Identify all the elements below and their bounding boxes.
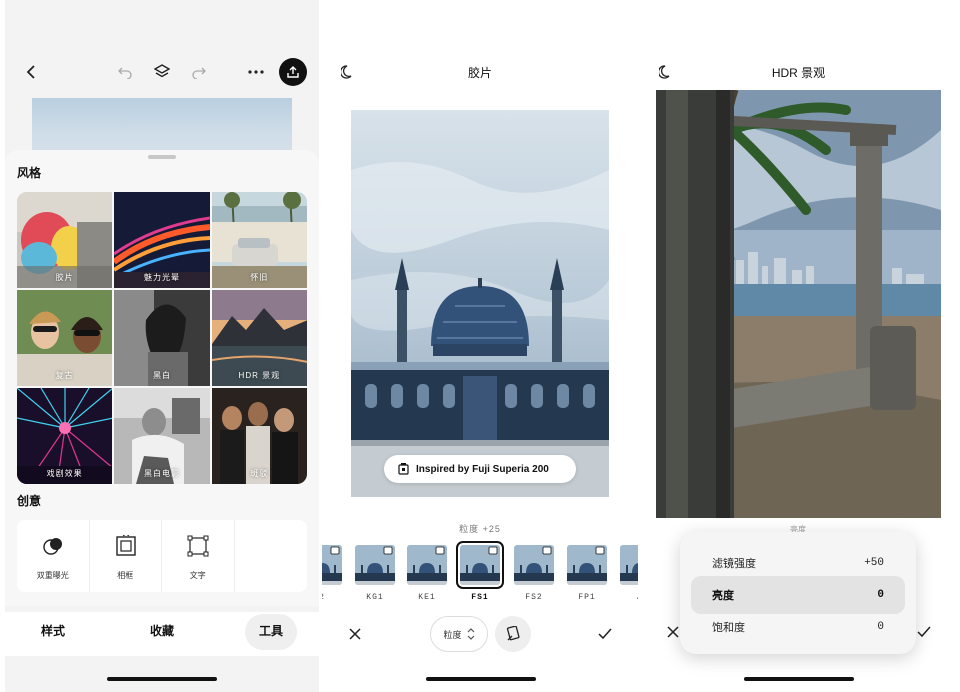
- preset-thumb[interactable]: [322, 545, 342, 585]
- editor-panel: 风格 胶片 魅力光晕 怀旧 复古 黑白 HDR 景观 戏剧效果 黑白电影 斑驳 …: [5, 0, 319, 692]
- confirm-check-icon[interactable]: [596, 625, 614, 643]
- film-toggle-button[interactable]: [495, 616, 531, 652]
- home-indicator: [426, 677, 536, 681]
- preset-thumb[interactable]: [567, 545, 607, 585]
- mosque-photo: [351, 110, 609, 497]
- style-label: 戏剧效果: [46, 469, 83, 478]
- frame-icon: [114, 534, 138, 558]
- style-label: 黑白电影: [143, 469, 180, 478]
- grain-label: 粒度 +25: [459, 524, 501, 534]
- preset-thumb[interactable]: [456, 541, 504, 589]
- text-box-icon: [186, 534, 210, 558]
- style-label: 魅力光晕: [143, 273, 180, 282]
- preset-thumb[interactable]: [407, 545, 447, 585]
- film-title: 胶片: [467, 66, 492, 80]
- badge-text: Inspired by Fuji Superia 200: [416, 463, 549, 475]
- hdr-title: HDR 景观: [771, 66, 826, 80]
- layers-icon[interactable]: [151, 61, 173, 83]
- style-tile-hdr-landscape[interactable]: HDR 景观: [211, 290, 307, 386]
- home-indicator: [107, 677, 217, 681]
- home-indicator: [744, 677, 854, 681]
- style-tile-glow[interactable]: 魅力光晕: [114, 192, 210, 288]
- preset-label: KE1: [418, 593, 436, 602]
- close-icon[interactable]: [666, 625, 680, 639]
- adjust-label: 饱和度: [712, 622, 745, 634]
- adjust-row-brightness[interactable]: 亮度 0: [691, 576, 905, 614]
- style-label: 怀旧: [250, 273, 269, 282]
- adjust-label: 滤镜强度: [712, 558, 756, 570]
- style-tile-retro[interactable]: 复古: [17, 290, 113, 386]
- confirm-check-icon[interactable]: [916, 625, 932, 639]
- adjustment-popup: 滤镜强度 +50 亮度 0 饱和度 0: [680, 532, 916, 654]
- tool-text[interactable]: 文字: [162, 520, 235, 592]
- tools-sheet: 风格 胶片 魅力光晕 怀旧 复古 黑白 HDR 景观 戏剧效果 黑白电影 斑驳 …: [5, 150, 319, 606]
- grain-pill-label: 粒度: [443, 629, 462, 640]
- style-tile-drama[interactable]: 戏剧效果: [17, 388, 113, 484]
- style-label: HDR 景观: [238, 371, 281, 380]
- tool-double-exposure[interactable]: 双重曝光: [17, 520, 90, 592]
- style-grid: 胶片 魅力光晕 怀旧 复古 黑白 HDR 景观 戏剧效果 黑白电影 斑驳: [17, 192, 307, 484]
- style-tile-bw[interactable]: 黑白: [114, 290, 210, 386]
- creative-section-title: 创意: [17, 494, 42, 508]
- preset-label: FS1: [471, 593, 489, 602]
- style-label: 胶片: [55, 273, 74, 282]
- preset-label: 2: [322, 593, 342, 602]
- preset-thumb[interactable]: [620, 545, 638, 585]
- nav-tools[interactable]: 工具: [259, 622, 283, 639]
- preset-label: FS2: [525, 593, 543, 602]
- adjust-value: 0: [877, 621, 884, 633]
- preset-label: FP1: [578, 593, 596, 602]
- style-label: 黑白: [152, 371, 171, 380]
- preset-thumb[interactable]: [355, 545, 395, 585]
- creative-tools: 双重曝光 相框 文字: [17, 520, 307, 592]
- hdr-panel: HDR 景观 亮度 滤镜强度 +50 亮度 0 饱和度 0: [642, 0, 955, 692]
- grain-pill[interactable]: 粒度: [430, 616, 488, 652]
- bottom-nav: 样式 收藏 工具: [5, 612, 319, 656]
- tool-empty-slot: [235, 520, 308, 592]
- style-tile-bw-film[interactable]: 黑白电影: [114, 388, 210, 484]
- close-icon[interactable]: [346, 625, 364, 643]
- style-tile-film[interactable]: 胶片: [17, 192, 113, 288]
- ruins-photo: [656, 90, 941, 518]
- tool-label: 双重曝光: [36, 571, 69, 580]
- film-inspiration-badge: Inspired by Fuji Superia 200: [384, 455, 576, 483]
- double-exposure-icon: [41, 534, 65, 558]
- preset-thumb[interactable]: [514, 545, 554, 585]
- style-section-title: 风格: [17, 166, 42, 180]
- preset-label: KG1: [366, 593, 384, 602]
- redo-icon[interactable]: [189, 62, 209, 82]
- style-tile-nostalgia[interactable]: 怀旧: [211, 192, 307, 288]
- adjust-label: 亮度: [712, 590, 734, 602]
- preset-label: A: [620, 593, 638, 602]
- style-label: 斑驳: [250, 469, 269, 478]
- editor-toolbar: [5, 52, 319, 92]
- tool-frame[interactable]: 相框: [90, 520, 162, 592]
- adjust-value: +50: [864, 557, 884, 569]
- photo-preview: [32, 98, 292, 158]
- preset-strip: 2 KG1 KE1 FS1 FS2 FP1 A: [322, 541, 638, 605]
- style-tile-mottled[interactable]: 斑驳: [211, 388, 307, 484]
- more-icon[interactable]: [245, 62, 267, 82]
- film-canister-icon: [398, 463, 409, 475]
- film-frame-icon: [505, 625, 521, 643]
- nav-styles[interactable]: 样式: [41, 622, 65, 639]
- adjust-row-filter-strength[interactable]: 滤镜强度 +50: [680, 548, 916, 578]
- film-bottom-controls: 粒度: [322, 616, 638, 652]
- adjust-value: 0: [877, 589, 884, 601]
- undo-icon[interactable]: [115, 62, 135, 82]
- nav-favorites[interactable]: 收藏: [150, 622, 174, 639]
- back-icon[interactable]: [21, 62, 41, 82]
- sheet-grabber[interactable]: [148, 155, 176, 159]
- film-panel: 胶片 Inspired by Fuji Superia 200 粒度 +25 K…: [322, 0, 638, 692]
- tool-label: 文字: [189, 571, 206, 580]
- chevron-updown-icon: [467, 628, 475, 640]
- export-icon[interactable]: [279, 58, 307, 86]
- tool-label: 相框: [117, 571, 134, 580]
- style-label: 复古: [55, 371, 74, 380]
- adjust-row-saturation[interactable]: 饱和度 0: [680, 612, 916, 642]
